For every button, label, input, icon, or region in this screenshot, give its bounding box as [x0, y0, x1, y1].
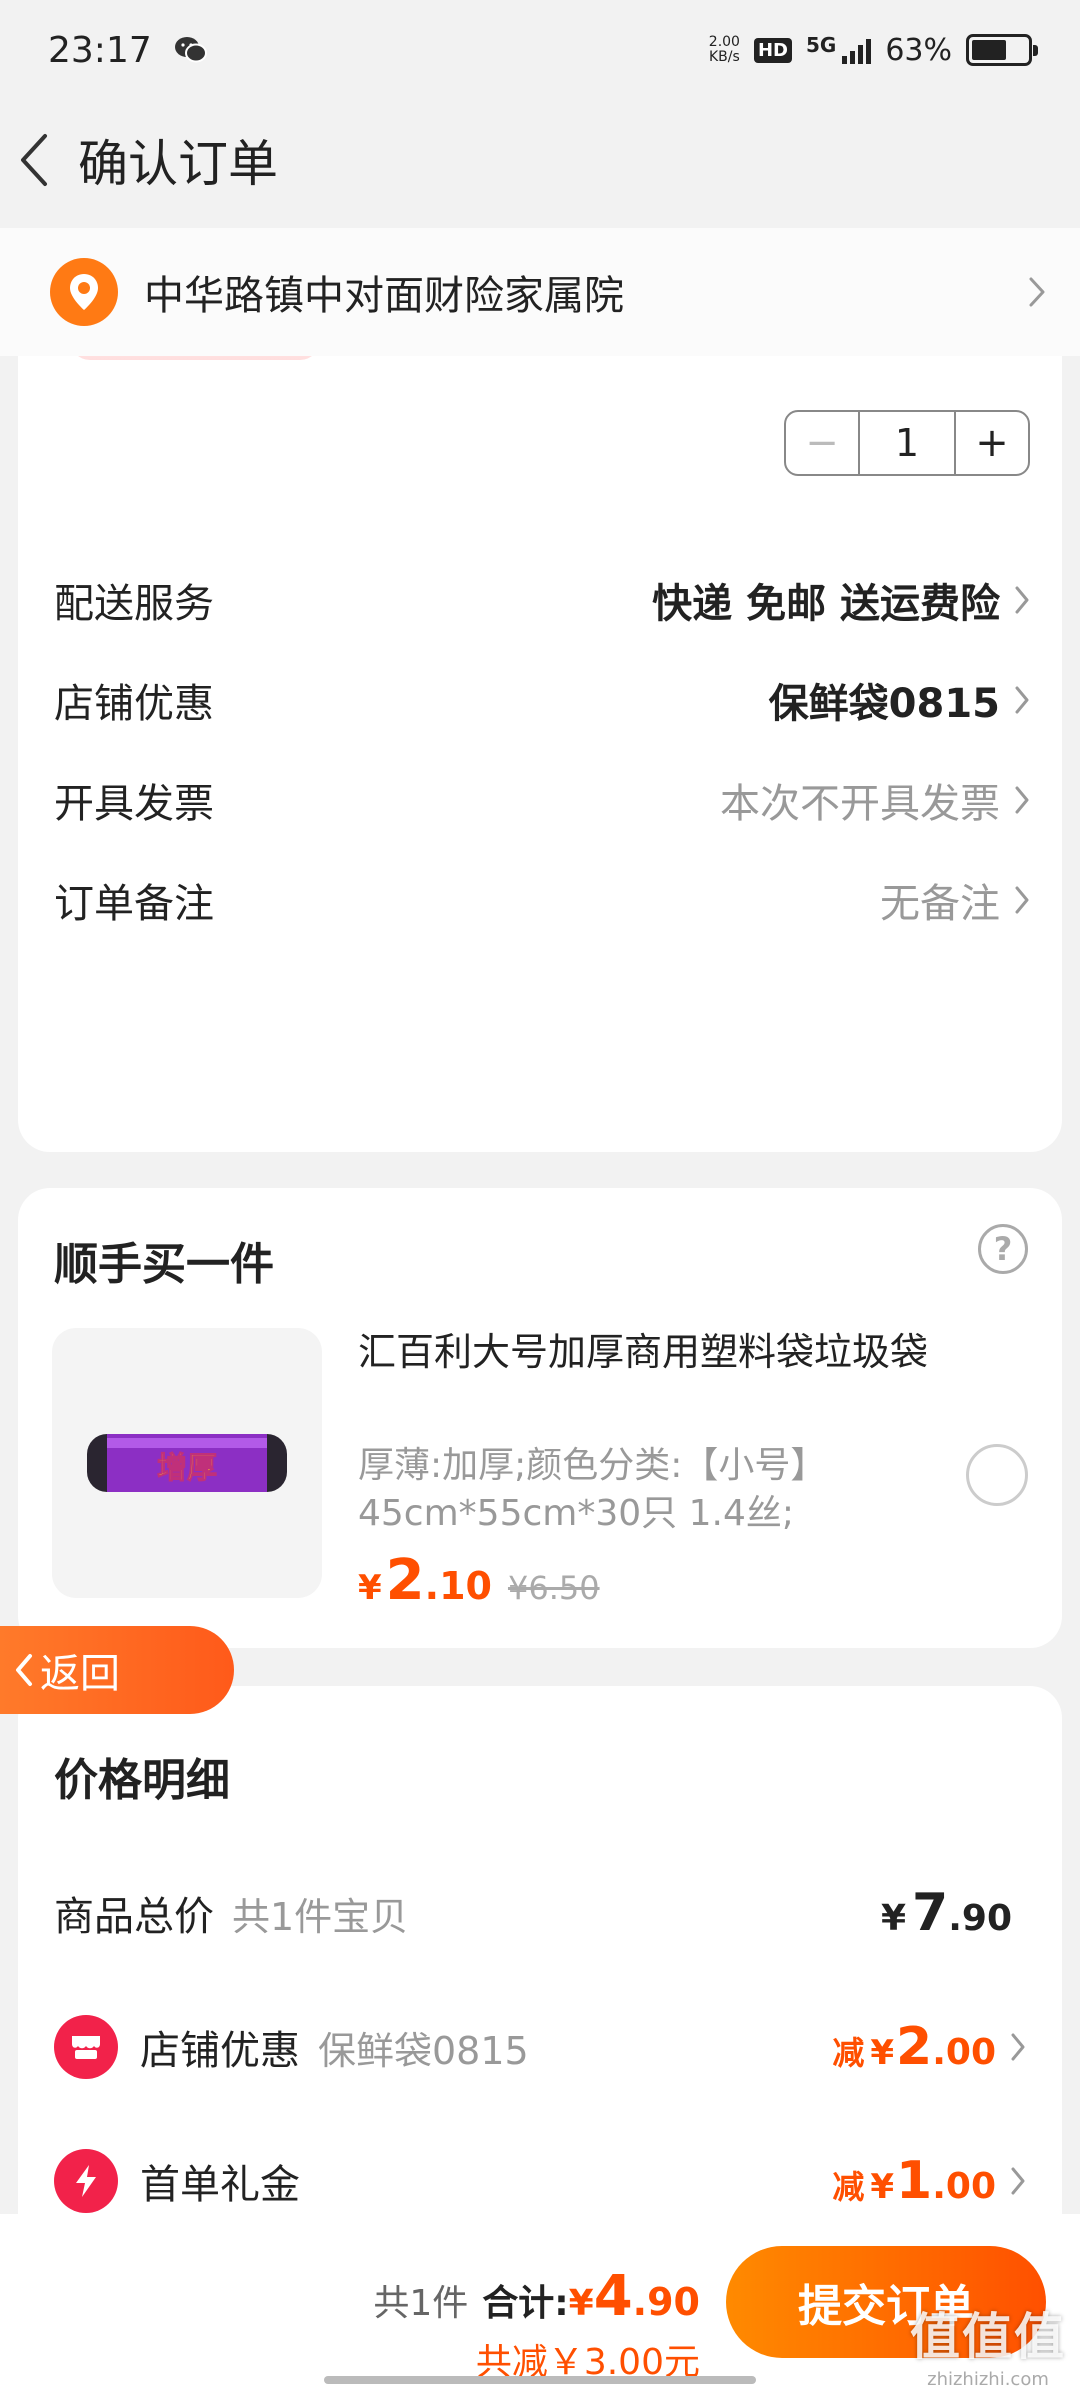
price-row-store-discount[interactable]: 店铺优惠 保鲜袋0815 减 ¥ 2 .00 — [54, 2002, 1026, 2092]
order-card: − 1 + 配送服务 快递 免邮 送运费险 店铺优惠 保鲜袋0815 开具发票 … — [18, 300, 1062, 1152]
row-value: 无备注 — [880, 881, 1000, 927]
battery-percent: 63% — [885, 32, 952, 68]
row-store-discount[interactable]: 店铺优惠 保鲜袋0815 — [54, 650, 1030, 750]
row-value: 快递 免邮 送运费险 — [652, 581, 1000, 627]
status-indicators: 2.00 KB/s HD 5G 63% — [708, 32, 1038, 68]
addon-price: ¥ 2 .10 ¥6.50 — [358, 1548, 600, 1613]
row-label: 配送服务 — [54, 581, 214, 627]
nav-bar: 确认订单 — [0, 110, 1080, 210]
row-value: 保鲜袋0815 — [768, 681, 1000, 727]
row-label: 店铺优惠 — [54, 681, 214, 727]
help-icon[interactable]: ? — [978, 1224, 1028, 1274]
chevron-right-icon — [1015, 786, 1029, 814]
price-currency: ¥ — [358, 1568, 382, 1608]
chevron-left-icon — [21, 134, 47, 186]
price-integer: 2 — [385, 1548, 425, 1613]
watermark: 值值值 zhizhizhi.com — [910, 2308, 1066, 2390]
row-label: 首单礼金 — [140, 2162, 300, 2208]
order-totals: 共1件 合计: ¥ 4 .90 共减￥3.00元 — [373, 2264, 700, 2385]
chevron-right-icon — [1011, 2033, 1025, 2061]
net-speed: 2.00 KB/s — [708, 34, 740, 65]
back-button[interactable] — [14, 130, 54, 190]
signal-icon — [842, 36, 872, 64]
total-currency: ¥ — [568, 2283, 594, 2324]
row-label: 订单备注 — [54, 881, 214, 927]
price-row-first-order-gift[interactable]: 首单礼金 减 ¥ 1 .00 — [54, 2136, 1026, 2226]
address-bar[interactable]: 中华路镇中对面财险家属院 — [0, 228, 1080, 356]
item-count: 共1件 — [373, 2283, 469, 2324]
original-price: ¥6.50 — [507, 1569, 600, 1607]
chevron-right-icon — [1015, 586, 1029, 614]
addon-product-name[interactable]: 汇百利大号加厚商用塑料袋垃圾袋 — [358, 1328, 938, 1376]
page-title: 确认订单 — [78, 135, 278, 193]
addon-product-spec: 厚薄:加厚;颜色分类:【小号】45cm*55cm*30只 1.4丝; — [358, 1445, 827, 1534]
lightning-icon — [54, 2149, 118, 2213]
wechat-icon — [174, 37, 207, 63]
row-remark[interactable]: 订单备注 无备注 — [54, 850, 1030, 950]
hd-badge: HD — [753, 37, 792, 63]
store-icon — [54, 2015, 118, 2079]
network-type: 5G — [805, 32, 837, 57]
addon-card: 顺手买一件 ? 增厚 汇百利大号加厚商用塑料袋垃圾袋 厚薄:加厚;颜色分类:【小… — [18, 1188, 1062, 1648]
address-text: 中华路镇中对面财险家属院 — [144, 273, 624, 319]
battery-icon — [966, 34, 1038, 66]
chevron-right-icon — [1015, 886, 1029, 914]
checkout-bar: 共1件 合计: ¥ 4 .90 共减￥3.00元 提交订单 值值值 zhizhi… — [0, 2214, 1080, 2400]
floating-back-button[interactable]: 返回 — [0, 1626, 234, 1714]
row-sub: 共1件宝贝 — [232, 1894, 409, 1939]
chevron-right-icon — [1015, 686, 1029, 714]
row-label: 店铺优惠 — [140, 2028, 300, 2074]
row-label: 开具发票 — [54, 781, 214, 827]
addon-title: 顺手买一件 — [54, 1239, 274, 1290]
total-decimal: .90 — [632, 2280, 700, 2324]
status-time: 23:17 — [48, 29, 152, 71]
price-row-subtotal: 商品总价 共1件宝贝 ¥ 7 .90 — [54, 1868, 1026, 1958]
chevron-right-icon — [1029, 277, 1045, 307]
floating-back-label: 返回 — [40, 1651, 120, 1697]
row-sub: 保鲜袋0815 — [318, 2028, 529, 2073]
product-image-label: 增厚 — [157, 1451, 217, 1486]
row-delivery[interactable]: 配送服务 快递 免邮 送运费险 — [54, 550, 1030, 650]
price-detail-title: 价格明细 — [54, 1755, 230, 1806]
row-invoice[interactable]: 开具发票 本次不开具发票 — [54, 750, 1030, 850]
quantity-value[interactable]: 1 — [860, 412, 954, 474]
increment-button[interactable]: + — [954, 412, 1028, 474]
subtotal-amount: ¥ 7 .90 — [880, 1883, 1012, 1943]
row-label: 商品总价 — [54, 1894, 214, 1940]
home-indicator[interactable] — [324, 2376, 756, 2384]
total-integer: 4 — [593, 2264, 633, 2329]
addon-product-image[interactable]: 增厚 — [52, 1328, 322, 1598]
decrement-button[interactable]: − — [786, 412, 860, 474]
price-decimal: .10 — [424, 1564, 492, 1608]
chevron-left-icon — [16, 1654, 32, 1686]
total-label: 合计: — [482, 2283, 569, 2324]
location-pin-icon — [50, 258, 118, 326]
store-discount-amount: 减 ¥ 2 .00 — [832, 2017, 996, 2077]
price-detail-card: 价格明细 商品总价 共1件宝贝 ¥ 7 .90 店铺优惠 保鲜袋0815 减 ¥… — [18, 1686, 1062, 2226]
status-bar: 23:17 2.00 KB/s HD 5G 63% — [0, 0, 1080, 100]
chevron-right-icon — [1011, 2167, 1025, 2195]
row-value: 本次不开具发票 — [720, 781, 1000, 827]
first-order-gift-amount: 减 ¥ 1 .00 — [832, 2151, 996, 2211]
quantity-stepper: − 1 + — [784, 410, 1030, 476]
trash-bag-roll-icon: 增厚 — [87, 1434, 287, 1492]
addon-select-radio[interactable] — [966, 1444, 1028, 1506]
